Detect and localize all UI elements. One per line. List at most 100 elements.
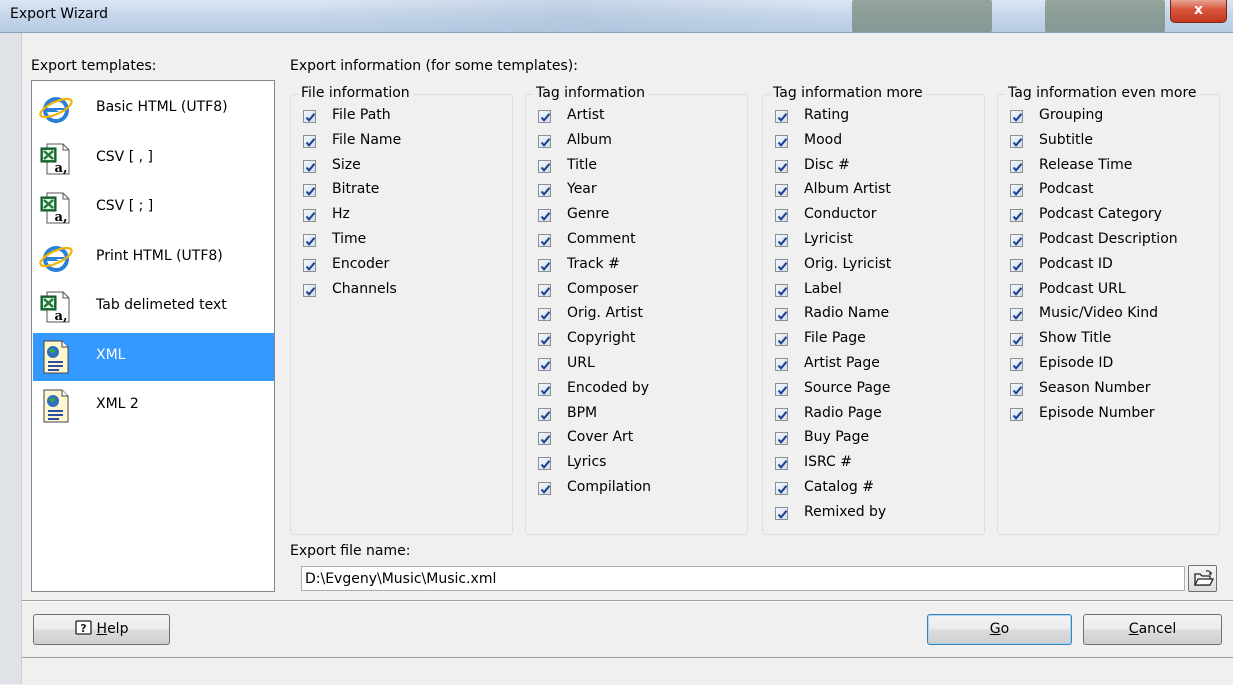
checkbox-label: Buy Page	[804, 429, 870, 446]
checkbox-label: File Page	[804, 330, 866, 347]
checkbox[interactable]	[1010, 159, 1023, 173]
checkbox[interactable]	[303, 283, 316, 297]
checkbox[interactable]	[775, 234, 788, 247]
checkbox[interactable]	[1010, 308, 1023, 322]
checkbox-label: ISRC #	[804, 454, 853, 471]
checkbox-label: Track #	[567, 255, 620, 272]
checkbox[interactable]	[303, 258, 316, 272]
checkbox[interactable]	[1010, 258, 1023, 272]
checkbox-label: Show Title	[1039, 330, 1112, 347]
checkbox[interactable]	[303, 209, 316, 223]
checkbox[interactable]	[775, 159, 788, 173]
browse-button[interactable]	[1188, 565, 1217, 592]
checkbox[interactable]	[538, 407, 551, 421]
svg-text:a,: a,	[55, 161, 68, 176]
checkbox-label: Hz	[332, 206, 350, 223]
checkbox-label: Bitrate	[332, 181, 380, 198]
checkbox[interactable]	[538, 333, 551, 347]
checkbox-label: Size	[332, 156, 361, 173]
template-item[interactable]: XML	[33, 332, 274, 381]
checkbox[interactable]	[775, 432, 788, 446]
checkbox-label: Radio Page	[804, 404, 882, 421]
checkbox[interactable]	[1010, 134, 1023, 148]
cancel-mnemonic: C	[1128, 621, 1139, 637]
checkbox[interactable]	[1010, 234, 1023, 247]
checkbox[interactable]	[1010, 382, 1023, 396]
checkbox[interactable]	[775, 308, 788, 322]
checkbox[interactable]	[538, 382, 551, 396]
checkbox-label: Podcast URL	[1039, 280, 1126, 297]
checkbox[interactable]	[538, 258, 551, 272]
help-mnemonic: H	[96, 621, 108, 637]
checkbox[interactable]	[1010, 209, 1023, 223]
checkbox[interactable]	[538, 432, 551, 446]
checkbox[interactable]	[775, 283, 788, 297]
title-bar-background-decoration	[318, 0, 818, 32]
checkbox[interactable]	[1010, 110, 1023, 123]
xml-doc-icon	[39, 387, 73, 425]
help-icon: ?	[74, 620, 92, 635]
checkbox-label: Genre	[567, 206, 610, 223]
checkbox[interactable]	[538, 134, 551, 148]
export-file-name-input[interactable]	[301, 566, 1185, 591]
checkbox[interactable]	[775, 258, 788, 272]
checkbox[interactable]	[303, 184, 316, 198]
checkbox[interactable]	[775, 407, 788, 421]
checkbox[interactable]	[775, 209, 788, 223]
checkbox[interactable]	[538, 457, 551, 471]
title-bar-background-decoration	[1045, 0, 1165, 32]
checkbox[interactable]	[1010, 407, 1023, 421]
checkbox[interactable]	[775, 382, 788, 396]
checkbox[interactable]	[538, 184, 551, 198]
export-file-name-label: Export file name:	[290, 543, 411, 559]
template-item[interactable]: XML 2	[33, 382, 274, 430]
checkbox[interactable]	[775, 457, 788, 471]
checkbox[interactable]	[538, 110, 551, 123]
checkbox[interactable]	[538, 283, 551, 297]
checkbox[interactable]	[775, 506, 788, 520]
template-item[interactable]: a, CSV [ , ]	[33, 135, 274, 183]
title-bar[interactable]: Export Wizard x	[0, 0, 1233, 33]
checkbox-label: Episode Number	[1039, 404, 1155, 421]
checkbox[interactable]	[775, 358, 788, 371]
template-item[interactable]: a, CSV [ ; ]	[33, 184, 274, 232]
checkbox[interactable]	[303, 234, 316, 247]
checkbox[interactable]	[1010, 333, 1023, 347]
template-item-label: Tab delimeted text	[96, 297, 227, 313]
checkbox[interactable]	[775, 110, 788, 123]
checkbox[interactable]	[775, 134, 788, 148]
checkbox[interactable]	[538, 482, 551, 495]
checkbox[interactable]	[538, 234, 551, 247]
cancel-button[interactable]: Cancel	[1083, 614, 1222, 645]
checkbox[interactable]	[1010, 283, 1023, 297]
go-button[interactable]: Go	[927, 614, 1072, 645]
group-title: Tag information more	[771, 85, 926, 101]
checkbox-label: Catalog #	[804, 479, 874, 495]
template-item[interactable]: Basic HTML (UTF8)	[33, 85, 274, 133]
checkbox[interactable]	[538, 358, 551, 371]
checkbox[interactable]	[775, 482, 788, 495]
checkbox[interactable]	[1010, 358, 1023, 371]
checkbox[interactable]	[538, 209, 551, 223]
checkbox-label: Composer	[567, 280, 639, 297]
checkbox-label: Release Time	[1039, 156, 1133, 173]
checkbox-label: Year	[567, 181, 597, 198]
checkbox-label: Channels	[332, 280, 397, 297]
checkbox[interactable]	[303, 159, 316, 173]
close-icon: x	[1193, 2, 1204, 18]
checkbox[interactable]	[1010, 184, 1023, 198]
export-templates-list[interactable]: Basic HTML (UTF8) a, CSV [ , ] a, CSV [ ; ] P…	[31, 80, 275, 592]
checkbox[interactable]	[538, 159, 551, 173]
checkbox-label: Source Page	[804, 379, 891, 396]
checkbox[interactable]	[303, 110, 316, 123]
checkbox[interactable]	[775, 333, 788, 347]
group-title: File information	[299, 85, 413, 101]
checkbox[interactable]	[775, 184, 788, 198]
checkbox[interactable]	[538, 308, 551, 322]
template-item[interactable]: a, Tab delimeted text	[33, 283, 274, 331]
help-button[interactable]: ? Help	[33, 614, 170, 645]
checkbox-label: Orig. Artist	[567, 305, 643, 322]
template-item[interactable]: Print HTML (UTF8)	[33, 234, 274, 282]
close-button[interactable]: x	[1170, 0, 1227, 23]
checkbox[interactable]	[303, 134, 316, 148]
